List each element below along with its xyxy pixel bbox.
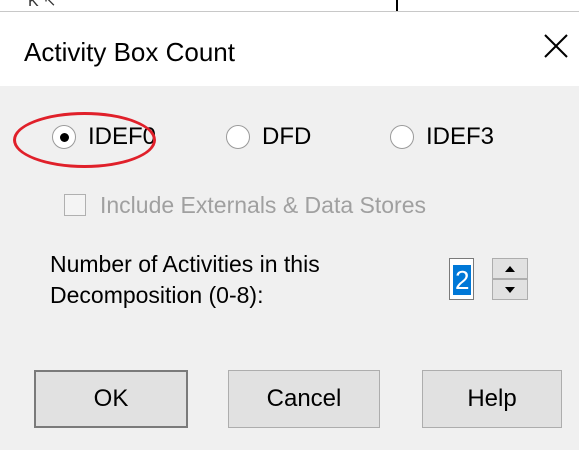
radio-button-idef0[interactable]: [52, 125, 76, 149]
background-window-strip: K̆ ↖: [0, 0, 579, 12]
ok-button[interactable]: OK: [34, 370, 188, 428]
background-window-divider: [396, 0, 398, 11]
activity-count-label-line2: Decomposition (0-8):: [50, 282, 264, 308]
close-button[interactable]: [542, 30, 572, 64]
radio-button-idef3[interactable]: [390, 125, 414, 149]
include-externals-label: Include Externals & Data Stores: [100, 191, 426, 218]
spin-up-button[interactable]: [492, 258, 528, 279]
radio-label-idef0: IDEF0: [88, 123, 157, 150]
include-externals-checkbox-row: Include Externals & Data Stores: [64, 190, 426, 220]
spin-up-icon: [505, 265, 515, 272]
background-window-text: K̆ ↖: [28, 0, 57, 10]
close-icon: [544, 34, 568, 58]
title-bar: Activity Box Count: [0, 12, 579, 86]
help-button[interactable]: Help: [422, 370, 562, 428]
activity-count-label-line1: Number of Activities in this: [50, 251, 320, 277]
radio-dfd[interactable]: DFD: [226, 122, 311, 152]
activity-count-spinner: [474, 258, 528, 300]
spin-down-button[interactable]: [492, 279, 528, 300]
spin-down-icon: [505, 286, 515, 293]
dialog-title: Activity Box Count: [24, 37, 235, 67]
radio-selected-dot: [60, 133, 69, 142]
radio-label-dfd: DFD: [262, 123, 312, 150]
cancel-button[interactable]: Cancel: [228, 370, 380, 428]
activity-count-label: Number of Activities in this Decompositi…: [50, 249, 390, 311]
include-externals-checkbox: [64, 194, 86, 216]
activity-box-count-dialog: Activity Box Count IDEF0 DFD IDEF3 Inclu…: [0, 12, 579, 450]
radio-button-dfd[interactable]: [226, 125, 250, 149]
activity-count-input[interactable]: 2: [449, 258, 474, 300]
radio-idef3[interactable]: IDEF3: [390, 122, 494, 152]
activity-count-value: 2: [453, 265, 472, 295]
radio-idef0[interactable]: IDEF0: [52, 122, 156, 152]
radio-label-idef3: IDEF3: [426, 123, 495, 150]
